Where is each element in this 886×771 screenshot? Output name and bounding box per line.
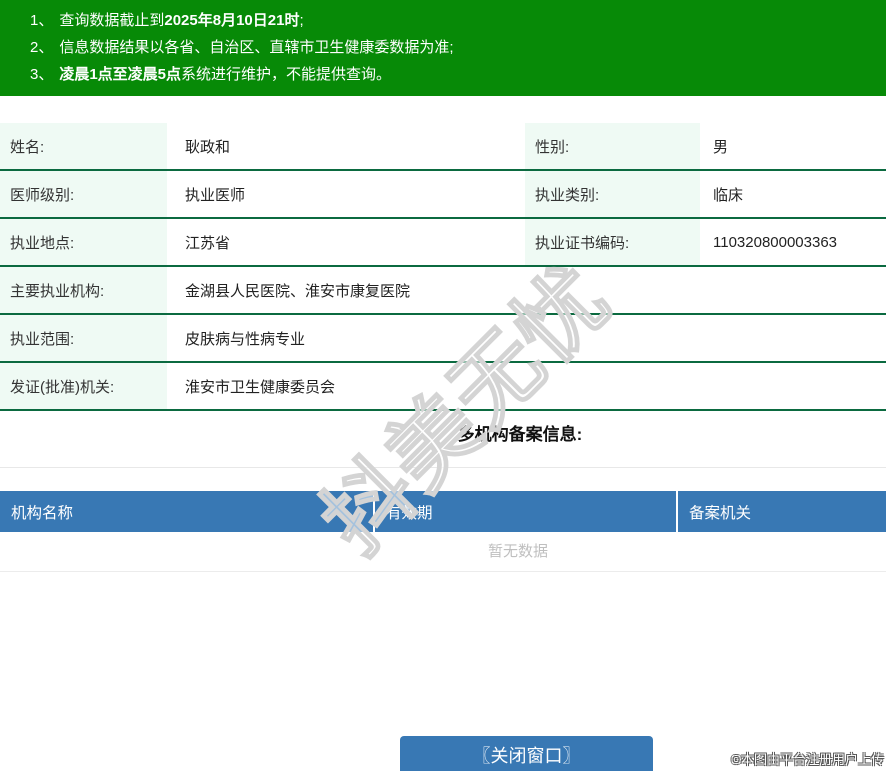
notice-text-bold: 凌晨1点至凌晨5点 — [59, 66, 182, 83]
info-row-level-category: 医师级别: 执业医师 执业类别: 临床 — [0, 171, 886, 219]
notice-number: 1、 — [30, 12, 54, 29]
notice-line-3: 3、 凌晨1点至凌晨5点系统进行维护，不能提供查询。 — [30, 61, 876, 88]
info-row-name-gender: 姓名: 耿政和 性别: 男 — [0, 123, 886, 171]
info-row-main-institution: 主要执业机构: 金湖县人民医院、淮安市康复医院 — [0, 267, 886, 315]
practice-category-label: 执业类别: — [525, 171, 700, 217]
doctor-level-value: 执业医师 — [185, 186, 246, 204]
practice-category-value: 临床 — [713, 186, 744, 204]
name-value: 耿政和 — [185, 138, 231, 156]
practice-location-label: 执业地点: — [0, 219, 167, 265]
filing-section-title: 多机构备案信息: — [457, 425, 583, 444]
issuing-authority-value: 淮安市卫生健康委员会 — [185, 378, 336, 396]
notice-number: 2、 — [30, 39, 54, 56]
notice-line-1: 1、 查询数据截止到2025年8月10日21时; — [30, 7, 876, 34]
notice-text: ; — [299, 12, 304, 29]
copyright-watermark: ©本图由平台注册用户上传 — [731, 752, 884, 767]
name-label: 姓名: — [0, 123, 167, 169]
column-institution-name: 机构名称 — [11, 504, 74, 522]
certificate-number-value: 110320800003363 — [713, 233, 838, 251]
notice-text: 信息数据结果以各省、自治区、直辖市卫生健康委数据为准; — [59, 39, 454, 56]
notice-text: 系统进行维护，不能提供查询。 — [181, 66, 392, 83]
filing-no-data-text: 暂无数据 — [0, 532, 886, 572]
certificate-number-label: 执业证书编码: — [525, 219, 700, 265]
info-row-issuing-authority: 发证(批准)机关: 淮安市卫生健康委员会 — [0, 363, 886, 411]
main-institution-label: 主要执业机构: — [0, 267, 167, 313]
section-divider — [0, 467, 886, 468]
doctor-level-label: 医师级别: — [0, 171, 167, 217]
gender-value: 男 — [713, 138, 729, 156]
main-institution-value: 金湖县人民医院、淮安市康复医院 — [185, 282, 411, 300]
column-validity-period: 有效期 — [373, 491, 676, 532]
notice-text: 查询数据截止到 — [59, 12, 165, 29]
practice-scope-label: 执业范围: — [0, 315, 167, 361]
notice-banner: 1、 查询数据截止到2025年8月10日21时; 2、 信息数据结果以各省、自治区、… — [0, 0, 886, 96]
close-window-button[interactable]: 〖关闭窗口〗 — [400, 736, 653, 771]
filing-table-header: 机构名称 有效期 备案机关 — [0, 491, 886, 532]
doctor-info-table: 姓名: 耿政和 性别: 男 医师级别: 执业医师 执业类别: 临床 执业地点: … — [0, 123, 886, 411]
notice-number: 3、 — [30, 66, 54, 83]
issuing-authority-label: 发证(批准)机关: — [0, 363, 167, 409]
notice-text-bold: 2025年8月10日21时 — [164, 12, 300, 29]
info-row-practice-scope: 执业范围: 皮肤病与性病专业 — [0, 315, 886, 363]
column-filing-authority: 备案机关 — [676, 491, 886, 532]
practice-scope-value: 皮肤病与性病专业 — [185, 330, 306, 348]
info-row-location-certificate: 执业地点: 江苏省 执业证书编码: 110320800003363 — [0, 219, 886, 267]
practice-location-value: 江苏省 — [185, 234, 231, 252]
gender-label: 性别: — [525, 123, 700, 169]
notice-line-2: 2、 信息数据结果以各省、自治区、直辖市卫生健康委数据为准; — [30, 34, 876, 61]
